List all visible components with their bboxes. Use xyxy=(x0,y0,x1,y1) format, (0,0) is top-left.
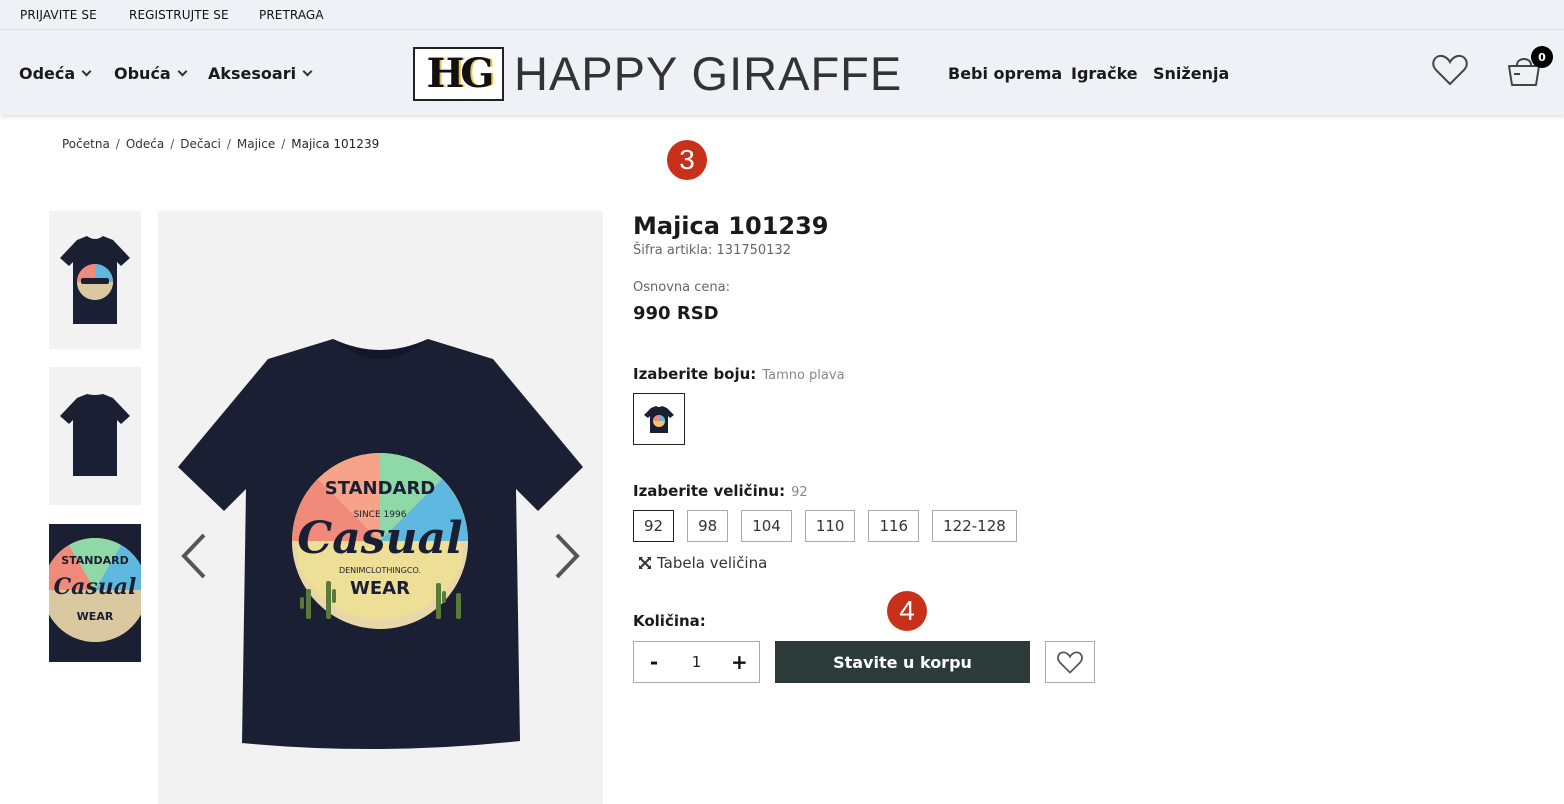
size-option-110[interactable]: 110 xyxy=(804,510,856,542)
print-text-denim: DENIMCLOTHINGCO. xyxy=(339,566,421,575)
register-link[interactable]: REGISTRUJTE SE xyxy=(129,8,229,22)
thumbnail-back[interactable] xyxy=(49,367,141,505)
breadcrumb-decaci[interactable]: Dečaci xyxy=(180,137,221,151)
product-sku: Šifra artikla: 131750132 xyxy=(633,243,791,258)
prev-image-arrow-icon[interactable] xyxy=(178,531,208,585)
size-option-116[interactable]: 116 xyxy=(868,510,920,542)
size-option-98[interactable]: 98 xyxy=(687,510,729,542)
breadcrumb-separator: / xyxy=(115,137,120,151)
breadcrumb-separator: / xyxy=(226,137,231,151)
color-swatch-tamno-plava[interactable] xyxy=(633,393,685,445)
annotation-marker-3: 3 xyxy=(667,140,707,180)
site-logo[interactable]: HG HAPPY GIRAFFE xyxy=(413,46,902,101)
add-to-wishlist-button[interactable] xyxy=(1045,641,1095,683)
breadcrumb-current: Majica 101239 xyxy=(291,137,380,151)
quantity-label: Količina: xyxy=(633,612,706,630)
color-label-text: Izaberite boju: xyxy=(633,365,757,383)
breadcrumb-separator: / xyxy=(170,137,175,151)
thumbnail-front[interactable] xyxy=(49,211,141,349)
nav-item-bebi-oprema[interactable]: Bebi oprema xyxy=(948,64,1062,83)
print-text-wear: WEAR xyxy=(350,578,410,599)
size-option-label: Izaberite veličinu: 92 xyxy=(633,482,808,500)
cart-count-badge: 0 xyxy=(1531,46,1553,68)
color-option-label: Izaberite boju: Tamno plava xyxy=(633,365,845,383)
breadcrumb: Početna / Odeća / Dečaci / Majice / Maji… xyxy=(62,137,379,151)
chevron-down-icon xyxy=(81,66,92,77)
main-header: Odeća Obuća Aksesoari HG HAPPY GIRAFFE B… xyxy=(0,30,1564,115)
nav-item-obuca[interactable]: Obuća xyxy=(114,64,188,83)
chevron-down-icon xyxy=(177,66,188,77)
svg-text:WEAR: WEAR xyxy=(77,610,114,623)
svg-text:STANDARD: STANDARD xyxy=(61,554,129,567)
annotation-marker-4: 4 xyxy=(887,591,927,631)
print-text-casual: Casual xyxy=(297,513,463,564)
search-link[interactable]: PRETRAGA xyxy=(259,8,324,22)
selected-color-value: Tamno plava xyxy=(762,368,845,383)
logo-mark-text: HG xyxy=(426,50,495,97)
nav-label: Odeća xyxy=(19,64,76,83)
nav-label: Obuća xyxy=(114,64,171,83)
main-product-image: STANDARD SINCE 1996 Casual DENIMCLOTHING… xyxy=(158,211,603,804)
product-price: 990 RSD xyxy=(633,303,719,324)
quantity-stepper: - + xyxy=(633,641,760,683)
size-option-122-128[interactable]: 122-128 xyxy=(932,510,1017,542)
size-chart-label: Tabela veličina xyxy=(657,554,768,572)
size-selector: 92 98 104 110 116 122-128 xyxy=(633,510,1017,542)
thumbnail-print-detail[interactable]: STANDARD Casual WEAR xyxy=(49,524,141,662)
base-price-label: Osnovna cena: xyxy=(633,280,730,295)
add-to-cart-button[interactable]: Stavite u korpu xyxy=(775,641,1030,683)
size-option-104[interactable]: 104 xyxy=(741,510,792,542)
size-option-92[interactable]: 92 xyxy=(633,510,675,542)
quantity-decrease-button[interactable]: - xyxy=(646,650,662,674)
product-title: Majica 101239 xyxy=(633,212,829,240)
nav-item-igracke[interactable]: Igračke xyxy=(1071,64,1138,83)
nav-label: Bebi oprema xyxy=(948,64,1063,83)
breadcrumb-odeca[interactable]: Odeća xyxy=(126,137,164,151)
nav-label: Sniženja xyxy=(1153,64,1230,83)
tshirt-front-image: STANDARD SINCE 1996 Casual DENIMCLOTHING… xyxy=(178,339,583,750)
nav-label: Aksesoari xyxy=(208,64,297,83)
print-text-standard: STANDARD xyxy=(325,478,436,499)
size-chart-link[interactable]: Tabela veličina xyxy=(638,554,767,572)
nav-item-odeca[interactable]: Odeća xyxy=(19,64,92,83)
svg-text:Casual: Casual xyxy=(54,574,137,600)
nav-item-snizenja[interactable]: Sniženja xyxy=(1153,64,1229,83)
nav-label: Igračke xyxy=(1071,64,1138,83)
expand-arrows-icon xyxy=(639,557,651,569)
heart-icon xyxy=(1057,651,1083,674)
breadcrumb-separator: / xyxy=(281,137,286,151)
selected-size-value: 92 xyxy=(791,485,808,500)
chevron-down-icon xyxy=(302,66,313,77)
next-image-arrow-icon[interactable] xyxy=(553,531,583,585)
login-link[interactable]: PRIJAVITE SE xyxy=(20,8,97,22)
breadcrumb-majice[interactable]: Majice xyxy=(237,137,275,151)
nav-item-aksesoari[interactable]: Aksesoari xyxy=(208,64,313,83)
top-bar: PRIJAVITE SE REGISTRUJTE SE PRETRAGA xyxy=(0,0,1564,30)
quantity-increase-button[interactable]: + xyxy=(731,650,748,674)
logo-text: HAPPY GIRAFFE xyxy=(514,47,903,100)
quantity-input[interactable] xyxy=(676,653,717,671)
size-label-text: Izaberite veličinu: xyxy=(633,482,786,500)
wishlist-heart-icon[interactable] xyxy=(1432,54,1468,90)
logo-mark: HG xyxy=(413,46,504,101)
breadcrumb-pocetna[interactable]: Početna xyxy=(62,137,110,151)
